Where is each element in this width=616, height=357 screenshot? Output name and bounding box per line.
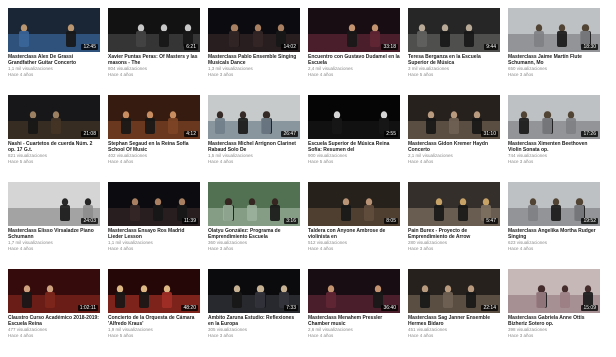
video-title[interactable]: Encuentro con Gustavo Dudamel en la Escu… [308,54,400,66]
video-title[interactable]: Concierto de la Orquesta de Cámara 'Alfr… [108,315,200,327]
upload-age: Hace 3 años [208,246,234,251]
duration-badge: 22:14 [481,305,498,311]
upload-age: Hace 4 años [208,159,234,164]
video-title[interactable]: Olatyu González: Programa de Emprendimie… [208,228,300,240]
duration-badge: 4:12 [184,131,198,137]
video-title[interactable]: Pain Burex - Proyecto de Emprendimiento … [408,228,500,240]
upload-age: Hace 4 años [8,246,34,251]
upload-age: Hace 5 años [308,159,334,164]
upload-age: Hace 3 años [208,333,234,338]
video-title[interactable]: Masterclass Gidon Kremer Haydn Concerto [408,141,500,153]
video-thumbnail[interactable]: 12:45 [8,8,100,52]
upload-age: Hace 4 años [408,333,434,338]
video-title[interactable]: Escuela Superior de Música Reina Sofía: … [308,141,400,153]
duration-badge: 18:30 [581,44,598,50]
duration-badge: 24:03 [81,218,98,224]
video-title[interactable]: Masterclass Ensayo Ros Madrid Lieder Les… [108,228,200,240]
duration-badge: 15:09 [581,305,598,311]
video-thumbnail[interactable]: 36:40 [308,269,400,313]
upload-age: Hace 4 años [408,159,434,164]
video-thumbnail[interactable]: 22:14 [408,269,500,313]
video-thumbnail[interactable]: 2:55 [308,95,400,139]
duration-badge: 12:45 [81,44,98,50]
video-thumbnail[interactable]: 6:21 [108,8,200,52]
video-thumbnail[interactable]: 48:20 [108,269,200,313]
video-title[interactable]: Masterclass Sag Janner Ensemble Hermes B… [408,315,500,327]
video-thumbnail[interactable]: 26:47 [208,95,300,139]
upload-age: Hace 3 años [508,72,534,77]
upload-age: Hace 3 años [508,159,534,164]
upload-age: Hace 4 años [308,333,334,338]
upload-age: Hace 4 años [308,246,334,251]
video-thumbnail[interactable]: 24:03 [8,182,100,226]
duration-badge: 14:02 [281,44,298,50]
duration-badge: 8:05 [384,218,398,224]
upload-age: Hace 4 años [508,246,534,251]
upload-age: Hace 4 años [108,246,134,251]
video-thumbnail[interactable]: 3:16 [208,182,300,226]
duration-badge: 7:33 [284,305,298,311]
video-title[interactable]: Masterclass Gabriela Anne Ottis Bizheriz… [508,315,600,327]
video-thumbnail[interactable]: 33:18 [308,8,400,52]
video-thumbnail[interactable]: 5:47 [408,182,500,226]
video-title[interactable]: Nashi - Cuartetos de cuerda Núm. 2 op. 1… [8,141,100,153]
duration-badge: 2:55 [384,131,398,137]
upload-age: Hace 4 años [8,72,34,77]
video-title[interactable]: Stephan Segaud en la Reina Sofía School … [108,141,200,153]
video-thumbnail[interactable]: 18:30 [508,8,600,52]
duration-badge: 48:20 [181,305,198,311]
video-thumbnail[interactable]: 19:52 [508,182,600,226]
video-title[interactable]: Taldera con Anyone Ambrose de violinista… [308,228,400,240]
upload-age: Hace 3 años [208,72,234,77]
video-thumbnail[interactable]: 1:02:11 [8,269,100,313]
video-title[interactable]: Masterclass Alex De Grassi Grandfather G… [8,54,100,66]
duration-badge: 31:10 [481,131,498,137]
duration-badge: 17:26 [581,131,598,137]
video-title[interactable]: Masterclass Angelika Mortha Rudger Singi… [508,228,600,240]
video-title[interactable]: Masterclass Pablo Ensemble Singing Music… [208,54,300,66]
duration-badge: 33:18 [381,44,398,50]
video-title[interactable]: Teresa Berganza en la Escuela Superior d… [408,54,500,66]
duration-badge: 21:08 [81,131,98,137]
duration-badge: 19:52 [581,218,598,224]
video-title[interactable]: Masterclass Menahem Pressler Chamber mus… [308,315,400,327]
video-thumbnail[interactable]: 14:02 [208,8,300,52]
duration-badge: 1:02:11 [77,305,98,311]
video-thumbnail[interactable]: 4:12 [108,95,200,139]
upload-age: Hace 4 años [108,72,134,77]
video-title[interactable]: Masterclass Michel Arrignon Clarinet Rab… [208,141,300,153]
video-title[interactable]: Xavier Puntas Peras: Of Masters y las ma… [108,54,200,66]
video-title[interactable]: Ambito Zaruna Estudio: Reflexiones en la… [208,315,300,327]
duration-badge: 3:16 [284,218,298,224]
upload-age: Hace 3 años [408,246,434,251]
duration-badge: 26:47 [281,131,298,137]
video-thumbnail[interactable]: 15:09 [508,269,600,313]
duration-badge: 5:47 [484,218,498,224]
upload-age: Hace 5 años [8,159,34,164]
video-title[interactable]: Masterclass Elisso Virsaladze Piano Schu… [8,228,100,240]
upload-age: Hace 5 años [408,72,434,77]
upload-age: Hace 5 años [108,333,134,338]
video-thumbnail[interactable]: 21:08 [8,95,100,139]
video-thumbnail[interactable]: 17:26 [508,95,600,139]
video-grid: 12:45 Masterclass Alex De Grassi Grandfat… [8,8,608,353]
upload-age: Hace 4 años [8,333,34,338]
video-title[interactable]: Claustro Curso Académico 2018-2019: Escu… [8,315,100,327]
duration-badge: 6:21 [184,44,198,50]
video-thumbnail[interactable]: 8:05 [308,182,400,226]
upload-age: Hace 3 años [508,333,534,338]
video-thumbnail[interactable]: 11:39 [108,182,200,226]
video-title[interactable]: Masterclass Ximenten Beethoven Violin So… [508,141,600,153]
upload-age: Hace 4 años [108,159,134,164]
duration-badge: 36:40 [381,305,398,311]
video-title[interactable]: Masterclass Jaime Martín Flute Schumann,… [508,54,600,66]
duration-badge: 11:39 [181,218,198,224]
duration-badge: 9:44 [484,44,498,50]
video-thumbnail[interactable]: 7:33 [208,269,300,313]
upload-age: Hace 4 años [308,72,334,77]
video-thumbnail[interactable]: 9:44 [408,8,500,52]
video-thumbnail[interactable]: 31:10 [408,95,500,139]
